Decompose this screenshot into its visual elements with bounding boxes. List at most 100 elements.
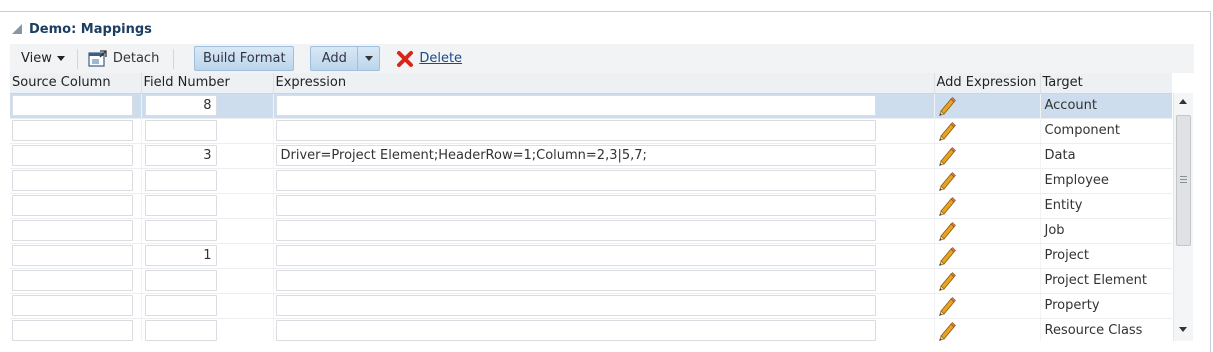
detach-icon <box>88 49 107 67</box>
expression-input[interactable]: Driver=Project Element;HeaderRow=1;Colum… <box>275 145 876 166</box>
source-column-input[interactable] <box>12 120 133 141</box>
expression-input[interactable] <box>275 220 876 241</box>
target-cell: Property <box>1040 293 1172 319</box>
source-column-input[interactable] <box>12 220 133 241</box>
table-row[interactable]: Component <box>10 118 1172 144</box>
target-cell: Resource Class <box>1040 318 1172 341</box>
table-row[interactable]: Project Element <box>10 268 1172 294</box>
vertical-scrollbar[interactable] <box>1173 93 1193 341</box>
scroll-up-arrow-icon[interactable] <box>1179 99 1187 104</box>
column-header-target[interactable]: Target <box>1040 73 1172 94</box>
expression-input[interactable] <box>275 245 876 266</box>
add-expression-button[interactable] <box>935 296 1040 316</box>
add-expression-button[interactable] <box>935 196 1040 216</box>
table-row[interactable]: 1 Project <box>10 243 1172 269</box>
pencil-edit-icon <box>938 196 956 216</box>
field-number-input[interactable]: 3 <box>144 145 217 166</box>
table-row[interactable]: 3 Driver=Project Element;HeaderRow=1;Colu… <box>10 143 1172 169</box>
grip-line <box>1180 176 1187 177</box>
source-column-input[interactable] <box>12 195 133 216</box>
expression-input[interactable] <box>275 170 876 191</box>
field-number-input[interactable]: 1 <box>144 245 217 266</box>
target-cell: Entity <box>1040 193 1172 219</box>
source-column-input[interactable] <box>12 145 133 166</box>
column-header-add-expression[interactable]: Add Expression <box>934 73 1041 94</box>
field-number-input[interactable] <box>144 320 217 341</box>
add-expression-button[interactable] <box>935 321 1040 341</box>
view-menu[interactable]: View <box>10 44 73 73</box>
pencil-edit-icon <box>938 321 956 341</box>
build-format-button[interactable]: Build Format <box>194 46 295 71</box>
delete-x-icon <box>397 50 414 67</box>
source-column-input[interactable] <box>12 245 133 266</box>
build-format-label: Build Format <box>203 51 286 66</box>
table-row[interactable]: Job <box>10 218 1172 244</box>
scrollbar-thumb[interactable] <box>1176 115 1191 246</box>
chevron-down-icon <box>364 56 373 61</box>
add-expression-button[interactable] <box>935 221 1040 241</box>
target-cell: Data <box>1040 143 1172 169</box>
pencil-edit-icon <box>938 171 956 191</box>
add-expression-button[interactable] <box>935 121 1040 141</box>
add-expression-button[interactable] <box>935 96 1040 116</box>
pencil-edit-icon <box>938 96 956 116</box>
panel-header[interactable]: Demo: Mappings <box>11 20 152 38</box>
source-column-input[interactable] <box>12 270 133 291</box>
grip-line <box>1180 182 1187 183</box>
grip-line <box>1180 179 1187 180</box>
toolbar-divider <box>76 48 78 69</box>
target-cell: Employee <box>1040 168 1172 194</box>
pencil-edit-icon <box>938 121 956 141</box>
column-header-source[interactable]: Source Column <box>10 73 142 94</box>
table-row[interactable]: Property <box>10 293 1172 319</box>
expression-input[interactable] <box>275 320 876 341</box>
field-number-input[interactable] <box>144 295 217 316</box>
add-expression-button[interactable] <box>935 246 1040 266</box>
expression-input[interactable] <box>275 120 876 141</box>
pencil-edit-icon <box>938 146 956 166</box>
scroll-down-arrow-icon[interactable] <box>1179 327 1187 332</box>
table-row[interactable]: Resource Class <box>10 318 1172 341</box>
detach-label: Detach <box>112 51 160 66</box>
table-row[interactable]: Entity <box>10 193 1172 219</box>
column-header-expression[interactable]: Expression <box>273 73 935 94</box>
expression-input[interactable] <box>275 295 876 316</box>
target-cell: Account <box>1040 93 1172 119</box>
column-header-field-number[interactable]: Field Number <box>141 73 274 94</box>
source-column-input[interactable] <box>12 95 133 116</box>
toolbar: View Detach Build Format Add Delete <box>10 44 1194 73</box>
field-number-input[interactable] <box>144 220 217 241</box>
pencil-edit-icon <box>938 271 956 291</box>
target-cell: Project Element <box>1040 268 1172 294</box>
source-column-input[interactable] <box>12 170 133 191</box>
mappings-grid: Source Column Field Number Expression Ad… <box>10 73 1172 341</box>
add-dropdown-toggle[interactable] <box>357 47 379 70</box>
table-row[interactable]: Employee <box>10 168 1172 194</box>
pencil-edit-icon <box>938 221 956 241</box>
mappings-table: Source Column Field Number Expression Ad… <box>10 73 1172 341</box>
field-number-input[interactable] <box>144 120 217 141</box>
delete-button[interactable]: Delete <box>396 50 462 68</box>
target-cell: Job <box>1040 218 1172 244</box>
source-column-input[interactable] <box>12 320 133 341</box>
expression-input[interactable] <box>275 95 876 116</box>
target-cell: Project <box>1040 243 1172 269</box>
field-number-input[interactable]: 8 <box>144 95 217 116</box>
collapse-triangle-icon[interactable] <box>11 23 23 35</box>
expression-input[interactable] <box>275 270 876 291</box>
add-expression-button[interactable] <box>935 146 1040 166</box>
add-expression-button[interactable] <box>935 171 1040 191</box>
chevron-down-icon <box>56 56 65 61</box>
add-button[interactable]: Add <box>310 46 381 71</box>
detach-button[interactable]: Detach <box>82 44 165 73</box>
panel-title: Demo: Mappings <box>29 21 152 37</box>
add-expression-button[interactable] <box>935 271 1040 291</box>
table-row[interactable]: 8 Account <box>10 93 1172 119</box>
field-number-input[interactable] <box>144 170 217 191</box>
expression-input[interactable] <box>275 195 876 216</box>
field-number-input[interactable] <box>144 195 217 216</box>
source-column-input[interactable] <box>12 295 133 316</box>
add-label: Add <box>321 51 347 66</box>
field-number-input[interactable] <box>144 270 217 291</box>
table-body: 8 Account Component 3 Driver=Project Element… <box>10 93 1172 341</box>
